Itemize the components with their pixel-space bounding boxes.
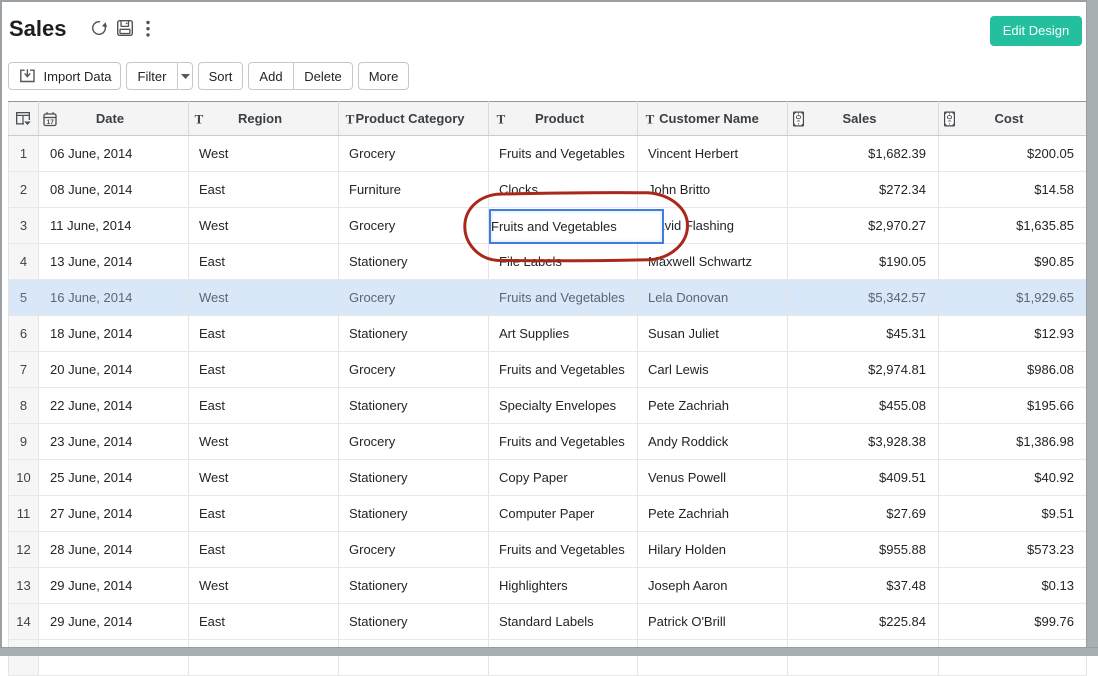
svg-text:T: T xyxy=(497,113,506,125)
svg-text:T: T xyxy=(195,113,204,125)
svg-text:17: 17 xyxy=(47,118,55,125)
svg-text:T: T xyxy=(346,113,355,125)
svg-text:T: T xyxy=(646,113,655,125)
